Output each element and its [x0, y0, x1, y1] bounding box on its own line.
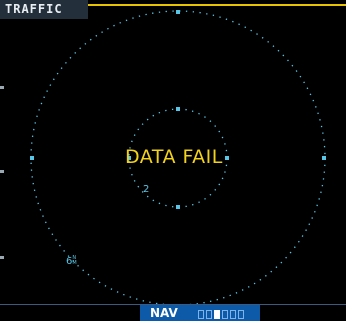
page-group-bar: NAV — [0, 305, 346, 321]
page-group-label: NAV — [150, 306, 178, 320]
outer-range-label: 6NM — [66, 255, 78, 268]
page-indicator-2[interactable] — [206, 310, 212, 319]
inner-ring-marker-bottom — [176, 205, 180, 209]
outer-ring-marker-left — [30, 156, 34, 160]
inner-ring-marker-right — [225, 156, 229, 160]
footer-left-segment — [0, 305, 140, 321]
page-indicator-6[interactable] — [238, 310, 244, 319]
page-indicator-4[interactable] — [222, 310, 228, 319]
traffic-page: TRAFFIC DATA FAIL 2 6NM NAV — [0, 0, 346, 321]
data-fail-message: DATA FAIL — [125, 146, 223, 168]
outer-range-unit: NM — [72, 255, 77, 266]
outer-ring-marker-top — [176, 10, 180, 14]
inner-ring-marker-top — [176, 107, 180, 111]
outer-ring-marker-right — [322, 156, 326, 160]
inner-range-label: 2 — [143, 184, 150, 195]
page-indicator-3[interactable] — [214, 310, 220, 319]
page-indicator-5[interactable] — [230, 310, 236, 319]
page-indicator-1[interactable] — [198, 310, 204, 319]
